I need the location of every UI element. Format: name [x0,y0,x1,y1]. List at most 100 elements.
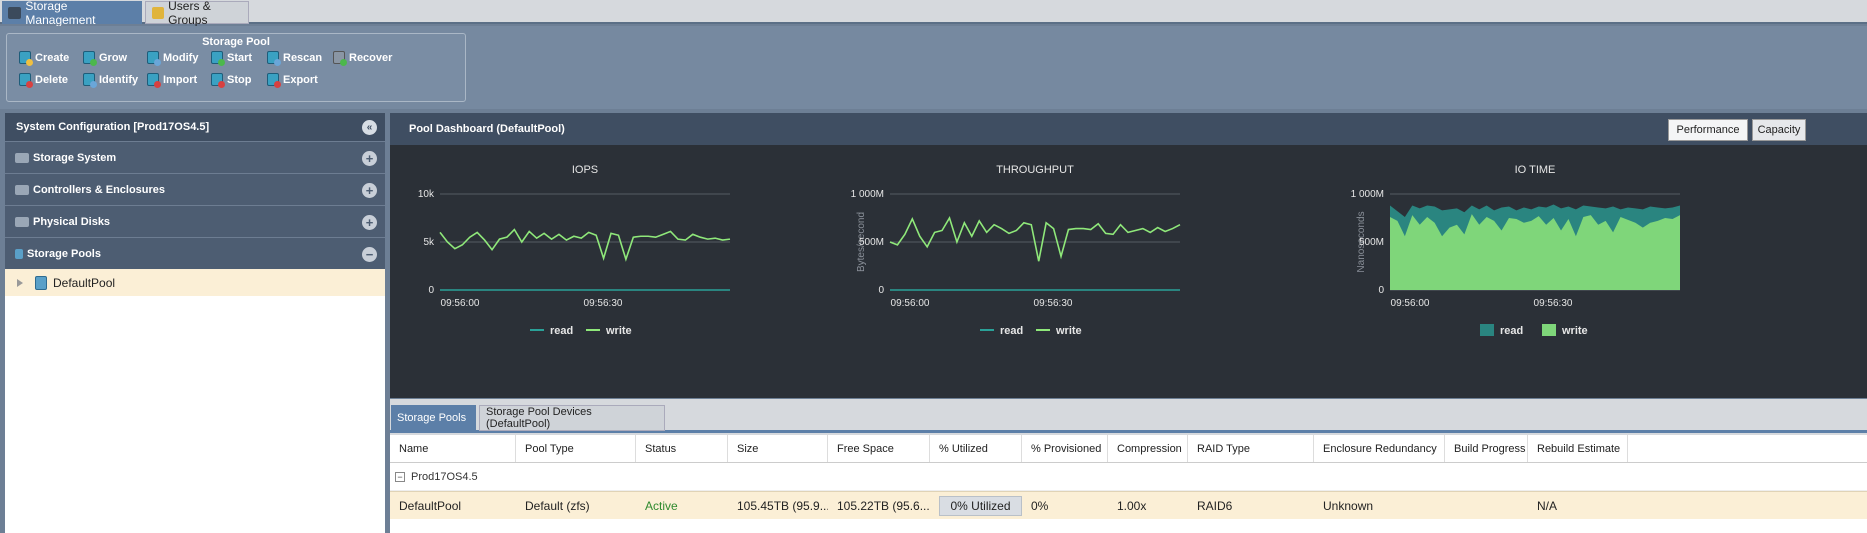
col-enclosure-redundancy[interactable]: Enclosure Redundancy [1314,435,1445,462]
legend-label-read: read [550,325,573,337]
expand-icon[interactable]: + [362,183,377,198]
delete-button[interactable]: Delete [19,73,69,88]
pool-icon [35,275,47,290]
tab-users-groups[interactable]: Users & Groups [145,0,249,27]
group-label: Prod17OS4.5 [411,470,478,483]
cell-provisioned: 0% [1031,498,1049,513]
pool-export-icon [267,73,281,88]
stop-button[interactable]: Stop [211,73,252,88]
pool-rescan-icon [267,51,281,66]
section-label: Controllers & Enclosures [33,183,166,196]
ribbon-group-title: Storage Pool [202,36,270,48]
col-utilized[interactable]: % Utilized [930,435,1022,462]
pool-start-icon [211,51,225,66]
tree-item-defaultpool[interactable]: DefaultPool [5,269,385,296]
collapse-group-icon[interactable]: − [395,471,405,482]
storage-pools-grid: Name Pool Type Status Size Free Space % … [390,435,1867,533]
start-label: Start [227,51,253,64]
create-button[interactable]: Create [19,51,70,66]
x-tick-label: 09:56:00 [891,298,930,309]
section-storage-pools[interactable]: Storage Pools − [5,237,385,269]
recover-button[interactable]: Recover [333,51,392,66]
col-rebuild-estimate[interactable]: Rebuild Estimate [1528,435,1628,462]
y-tick-label: 500M [859,237,884,248]
dashboard-header: Pool Dashboard (DefaultPool) Performance… [390,113,1867,145]
col-name[interactable]: Name [390,435,516,462]
group-row[interactable]: − Prod17OS4.5 [390,463,1867,491]
y-tick-label: 500M [1359,237,1384,248]
col-status[interactable]: Status [636,435,728,462]
dashboard-title: Pool Dashboard (DefaultPool) [409,123,565,135]
legend-swatch-write [1542,324,1556,336]
expand-icon[interactable]: + [362,151,377,166]
col-build-progress[interactable]: Build Progress [1445,435,1528,462]
bottom-tabs: Storage Pools Storage Pool Devices (Defa… [390,399,1867,433]
tab-storage-pool-devices[interactable]: Storage Pool Devices (DefaultPool) [479,405,665,431]
legend-label-write: write [605,325,632,337]
collapse-icon[interactable]: − [362,247,377,262]
tab-label: Users & Groups [168,0,211,27]
chart-title: THROUGHPUT [996,164,1074,176]
pool-modify-icon [147,51,161,66]
users-icon [152,6,165,19]
col-raid-type[interactable]: RAID Type [1188,435,1314,462]
section-label: Physical Disks [33,215,111,228]
io-time-chart: IO TIME Nanoseconds 0 500M 1 000M 09:56:00 09:… [1340,153,1820,393]
bottom-panel: Storage Pools Storage Pool Devices (Defa… [390,399,1867,533]
tab-storage-pools[interactable]: Storage Pools [391,405,476,431]
cell-name: DefaultPool [399,498,462,513]
cell-rebuild-estimate: N/A [1537,498,1558,513]
import-button[interactable]: Import [147,73,198,88]
modify-label: Modify [163,51,199,64]
expand-icon[interactable]: + [362,215,377,230]
pool-identify-icon [83,73,97,88]
iops-chart: IOPS 0 5k 10k 09:56:00 09:56:30 read write [390,153,870,393]
stop-label: Stop [227,73,252,86]
grow-button[interactable]: Grow [83,51,128,66]
y-tick-label: 10k [418,189,435,200]
x-tick-label: 09:56:00 [441,298,480,309]
legend-label-write: write [1561,325,1588,337]
rescan-label: Rescan [283,51,323,64]
import-label: Import [163,73,198,86]
chart-title: IO TIME [1515,164,1556,176]
export-button[interactable]: Export [267,73,318,88]
identify-button[interactable]: Identify [83,73,138,88]
col-free-space[interactable]: Free Space [828,435,930,462]
col-pool-type[interactable]: Pool Type [516,435,636,462]
pool-dashboard: Pool Dashboard (DefaultPool) Performance… [390,113,1867,398]
pool-stop-icon [211,73,225,88]
col-compression[interactable]: Compression [1108,435,1188,462]
x-tick-label: 09:56:30 [1034,298,1073,309]
section-label: Storage System [33,151,117,164]
tab-label: Storage Management [25,0,96,27]
modify-button[interactable]: Modify [147,51,199,66]
chart-title: IOPS [572,164,598,176]
tab-storage-management[interactable]: Storage Management [2,0,142,27]
expand-arrow-icon[interactable] [17,278,23,287]
panel-title: System Configuration [Prod17OS4.5] [16,121,210,133]
grow-label: Grow [99,51,128,64]
create-label: Create [35,51,70,64]
section-physical-disks[interactable]: Physical Disks + [5,205,385,237]
section-controllers-enclosures[interactable]: Controllers & Enclosures + [5,173,385,205]
cell-status: Active [645,498,678,513]
legend-label-write: write [1055,325,1082,337]
throughput-chart: THROUGHPUT Bytes/second 0 500M 1 000M 09:56:0… [840,153,1320,393]
table-row[interactable]: DefaultPool Default (zfs) Active 105.45T… [390,491,1867,519]
pool-import-icon [147,73,161,88]
col-size[interactable]: Size [728,435,828,462]
collapse-panel-icon[interactable]: « [362,120,377,135]
col-provisioned[interactable]: % Provisioned [1022,435,1108,462]
start-button[interactable]: Start [211,51,253,66]
capacity-button[interactable]: Capacity [1752,119,1806,141]
y-tick-label: 5k [423,237,435,248]
legend-label-read: read [1500,325,1523,337]
performance-button[interactable]: Performance [1668,119,1748,141]
rescan-button[interactable]: Rescan [267,51,323,66]
y-tick-label: 1 000M [1351,189,1384,200]
disk-icon [15,216,29,227]
section-storage-system[interactable]: Storage System + [5,141,385,173]
delete-label: Delete [35,73,69,86]
cell-size: 105.45TB (95.9... [737,498,828,513]
